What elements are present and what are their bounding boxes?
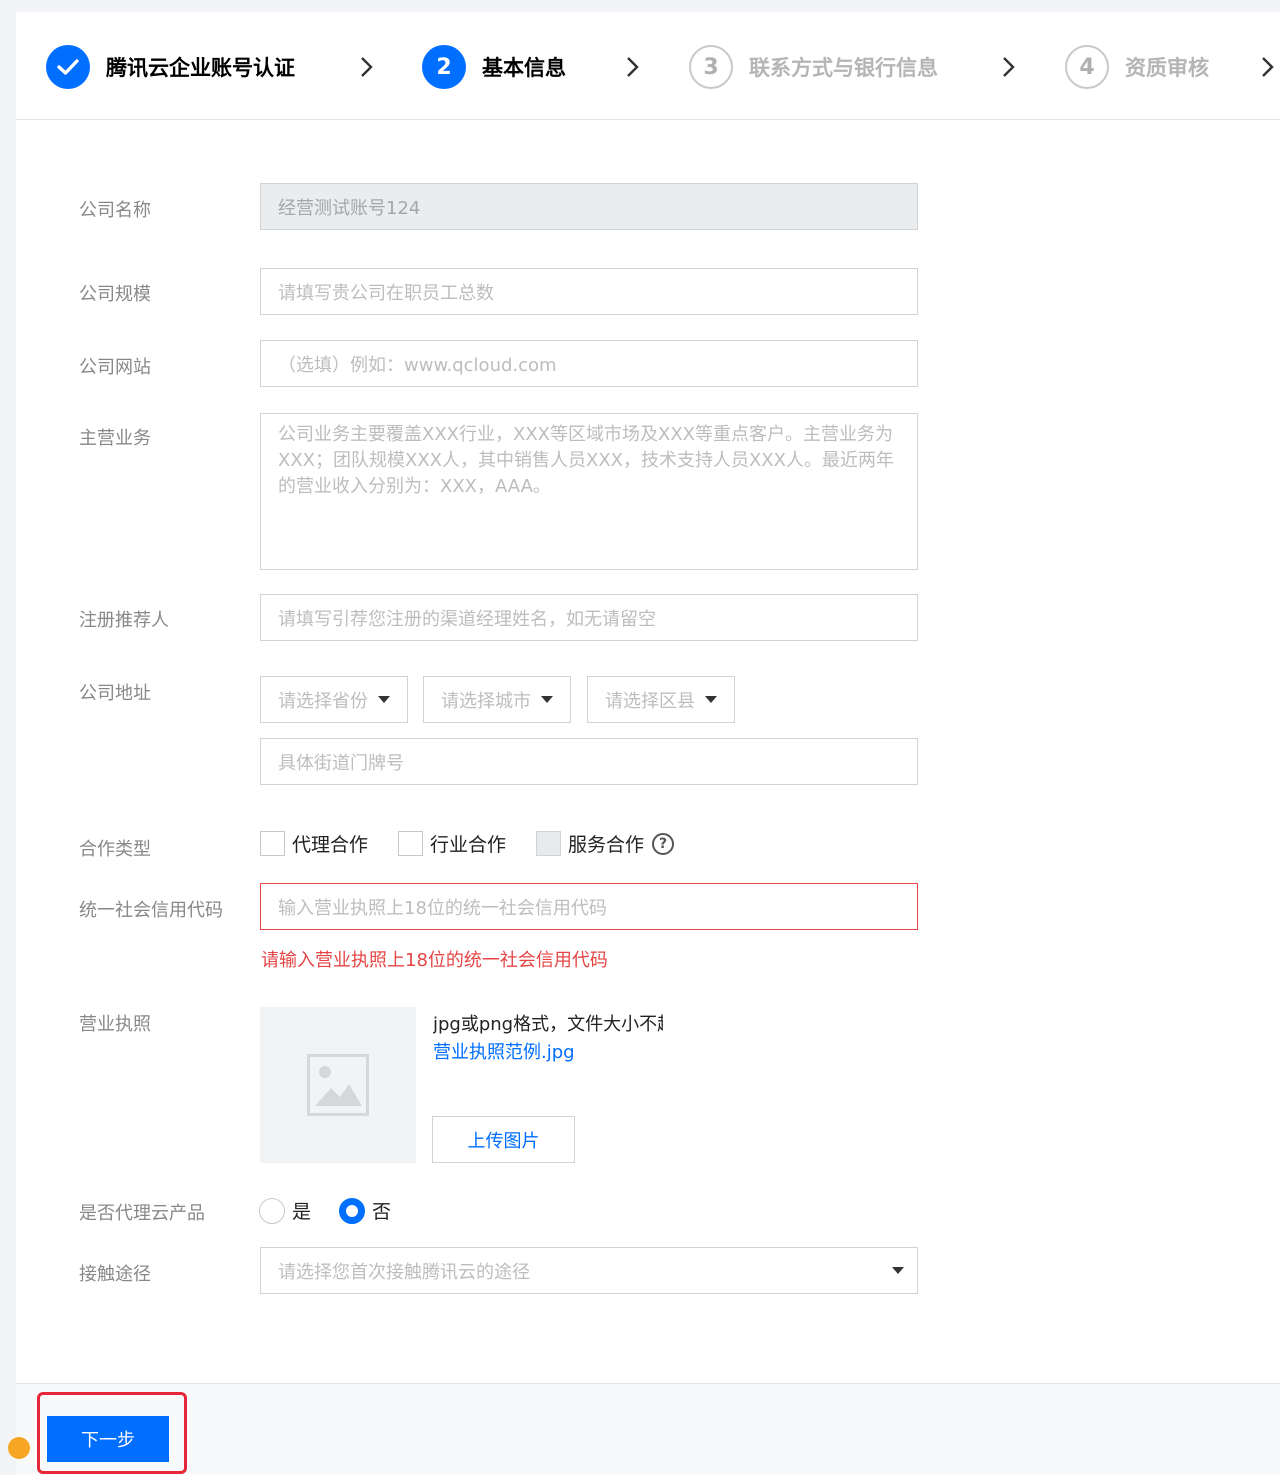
address-label: 公司地址 — [79, 683, 151, 704]
main-business-textarea[interactable]: 公司业务主要覆盖XXX行业，XXX等区域市场及XXX等重点客户。主营业务为XXX… — [260, 413, 918, 570]
checkbox-label: 行业合作 — [430, 834, 507, 856]
agent-product-yes[interactable]: 是 — [259, 1197, 311, 1224]
cooperation-option-industry[interactable]: 行业合作 — [398, 830, 506, 857]
checkbox[interactable] — [260, 831, 285, 856]
image-placeholder-icon — [307, 1054, 369, 1116]
cooperation-label: 合作类型 — [79, 839, 151, 860]
caret-down-icon — [541, 696, 553, 703]
step-label: 基本信息 — [482, 56, 566, 80]
district-select[interactable]: 请选择区县 — [587, 676, 735, 723]
license-label: 营业执照 — [79, 1014, 151, 1035]
highlight-box — [37, 1392, 187, 1474]
radio-label: 否 — [372, 1201, 392, 1223]
referrer-input[interactable]: 请填写引荐您注册的渠道经理姓名，如无请留空 — [260, 594, 918, 641]
city-select-value: 请选择城市 — [441, 690, 531, 712]
checkbox — [536, 831, 562, 856]
step-2: 2 基本信息 — [422, 45, 566, 89]
check-icon — [46, 45, 90, 89]
agent-product-no[interactable]: 否 — [339, 1197, 391, 1224]
radio[interactable] — [259, 1197, 285, 1224]
license-thumbnail — [260, 1007, 416, 1163]
caret-down-icon — [705, 696, 717, 703]
contact-channel-select[interactable]: 请选择您首次接触腾讯云的途径 — [260, 1247, 918, 1294]
website-label: 公司网站 — [79, 357, 151, 378]
cooperation-options: 代理合作 行业合作 服务合作 ? — [260, 830, 675, 857]
referrer-label: 注册推荐人 — [79, 610, 169, 631]
radio-label: 是 — [292, 1201, 312, 1223]
form-panel: 腾讯云企业账号认证 2 基本信息 3 联系方式与银行信息 4 资质审核 公司名称… — [16, 12, 1280, 1475]
checkbox[interactable] — [398, 831, 424, 856]
help-icon[interactable]: ? — [652, 832, 675, 855]
step-label: 联系方式与银行信息 — [749, 56, 938, 80]
company-size-label: 公司规模 — [79, 284, 151, 305]
chevron-right-icon — [627, 57, 639, 77]
checkbox-label: 服务合作 — [568, 834, 645, 856]
main-business-label: 主营业务 — [79, 428, 151, 449]
cooperation-option-service: 服务合作 ? — [536, 830, 675, 857]
contact-channel-label: 接触途径 — [79, 1264, 151, 1285]
step-number: 3 — [689, 45, 733, 89]
website-input[interactable]: （选填）例如：www.qcloud.com — [260, 340, 918, 387]
province-select[interactable]: 请选择省份 — [260, 676, 408, 723]
credit-code-error: 请输入营业执照上18位的统一社会信用代码 — [261, 950, 608, 971]
radio-selected[interactable] — [339, 1197, 366, 1224]
footer-bar — [16, 1384, 1280, 1475]
license-hint: jpg或png格式，文件大小不超过 — [433, 1014, 663, 1035]
stepper: 腾讯云企业账号认证 2 基本信息 3 联系方式与银行信息 4 资质审核 — [16, 12, 1280, 120]
street-input[interactable]: 具体街道门牌号 — [260, 738, 918, 785]
city-select[interactable]: 请选择城市 — [423, 676, 571, 723]
status-dot — [8, 1437, 30, 1459]
step-label: 资质审核 — [1125, 56, 1209, 80]
district-select-value: 请选择区县 — [605, 690, 695, 712]
chevron-right-icon — [1262, 57, 1274, 77]
province-select-value: 请选择省份 — [278, 690, 368, 712]
company-name-label: 公司名称 — [79, 200, 151, 221]
step-number: 2 — [422, 45, 466, 89]
cooperation-option-agent[interactable]: 代理合作 — [260, 830, 368, 857]
step-1: 腾讯云企业账号认证 — [46, 45, 295, 89]
caret-down-icon — [892, 1267, 904, 1274]
step-label: 腾讯云企业账号认证 — [106, 56, 295, 80]
caret-down-icon — [378, 696, 390, 703]
credit-code-label: 统一社会信用代码 — [79, 900, 223, 921]
agent-product-options: 是 否 — [259, 1197, 419, 1224]
step-4: 4 资质审核 — [1065, 45, 1209, 89]
chevron-right-icon — [361, 57, 373, 77]
company-name-input: 经营测试账号124 — [260, 183, 918, 230]
agent-product-label: 是否代理云产品 — [79, 1203, 205, 1224]
credit-code-input[interactable]: 输入营业执照上18位的统一社会信用代码 — [260, 883, 918, 930]
step-3: 3 联系方式与银行信息 — [689, 45, 938, 89]
chevron-right-icon — [1003, 57, 1015, 77]
step-number: 4 — [1065, 45, 1109, 89]
upload-image-button[interactable]: 上传图片 — [432, 1116, 575, 1163]
checkbox-label: 代理合作 — [292, 834, 369, 856]
company-size-input[interactable]: 请填写贵公司在职员工总数 — [260, 268, 918, 315]
license-example-link[interactable]: 营业执照范例.jpg — [433, 1038, 575, 1064]
contact-channel-value: 请选择您首次接触腾讯云的途径 — [278, 1261, 530, 1283]
